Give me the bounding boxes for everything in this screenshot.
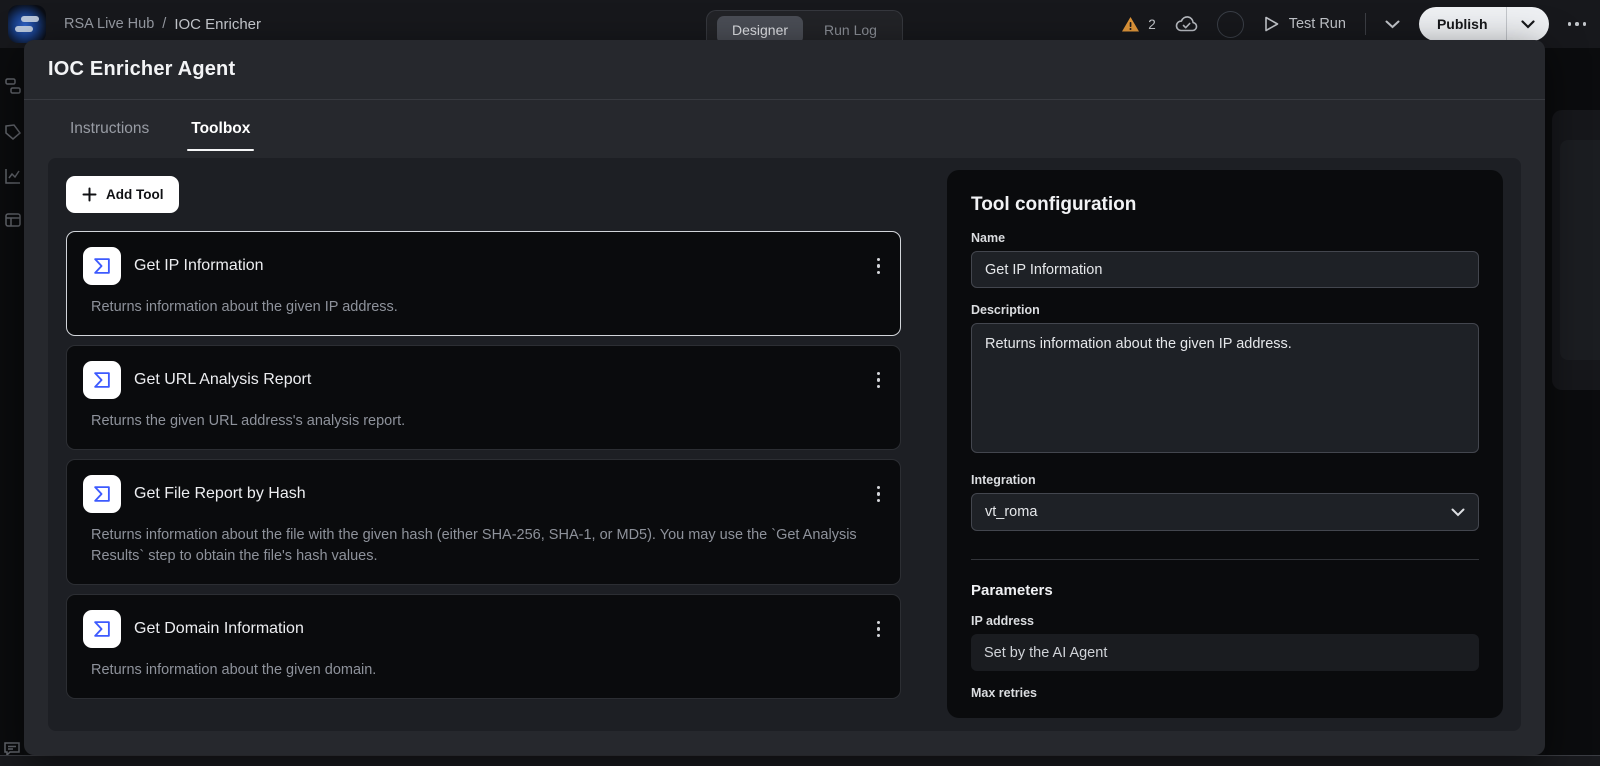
- publish-split-button: Publish: [1419, 7, 1549, 41]
- tools-list: Add Tool Get IP Information Returns info…: [66, 176, 901, 699]
- config-divider: [971, 559, 1479, 560]
- modal-tabs: Instructions Toolbox: [24, 100, 1545, 158]
- breadcrumb-root[interactable]: RSA Live Hub: [64, 16, 154, 32]
- virustotal-icon: [83, 610, 121, 648]
- user-avatar[interactable]: [1217, 11, 1244, 38]
- integration-select[interactable]: vt_roma: [971, 493, 1479, 531]
- tool-card-get-file-report-by-hash[interactable]: Get File Report by Hash Returns informat…: [66, 459, 901, 585]
- tool-name: Get URL Analysis Report: [134, 371, 311, 389]
- background-right: [1545, 48, 1600, 766]
- description-label: Description: [971, 303, 1479, 317]
- warning-count: 2: [1148, 17, 1156, 32]
- more-options-button[interactable]: [1568, 22, 1587, 26]
- parameters-title: Parameters: [971, 582, 1479, 599]
- background-panel-inner: [1560, 140, 1600, 360]
- max-retries-label: Max retries: [971, 686, 1479, 700]
- tool-configuration-panel: Tool configuration Name Description Retu…: [947, 170, 1503, 718]
- tool-menu-button[interactable]: [873, 482, 884, 507]
- tool-name: Get Domain Information: [134, 620, 304, 638]
- tool-card-get-url-analysis-report[interactable]: Get URL Analysis Report Returns the give…: [66, 345, 901, 450]
- tool-card-get-ip-information[interactable]: Get IP Information Returns information a…: [66, 231, 901, 336]
- left-sidebar: [0, 48, 24, 766]
- play-icon: [1263, 15, 1280, 33]
- ioc-enricher-agent-modal: IOC Enricher Agent Instructions Toolbox …: [24, 40, 1545, 755]
- breadcrumb-current: IOC Enricher: [174, 16, 261, 33]
- publish-button[interactable]: Publish: [1419, 16, 1506, 32]
- add-tool-button[interactable]: Add Tool: [66, 176, 179, 213]
- test-run-label: Test Run: [1289, 16, 1346, 32]
- topbar-divider: [1365, 13, 1366, 35]
- name-label: Name: [971, 231, 1479, 245]
- tool-card-get-domain-information[interactable]: Get Domain Information Returns informati…: [66, 594, 901, 699]
- workflows-icon[interactable]: [3, 76, 23, 96]
- modal-title: IOC Enricher Agent: [48, 58, 235, 81]
- app-logo-icon[interactable]: [8, 5, 46, 43]
- tool-menu-button[interactable]: [873, 254, 884, 279]
- tool-description: Returns information about the given doma…: [91, 660, 866, 681]
- ip-address-label: IP address: [971, 614, 1479, 628]
- virustotal-icon: [83, 475, 121, 513]
- chevron-down-icon[interactable]: [1385, 20, 1400, 29]
- config-title: Tool configuration: [971, 194, 1479, 216]
- background-bottom-bar: [0, 755, 1600, 766]
- tool-description: Returns information about the file with …: [91, 525, 866, 567]
- modal-header: IOC Enricher Agent: [24, 40, 1545, 100]
- toolbox-content: Add Tool Get IP Information Returns info…: [48, 158, 1521, 731]
- tool-description: Returns information about the given IP a…: [91, 297, 866, 318]
- name-input[interactable]: [971, 251, 1479, 288]
- templates-icon[interactable]: [3, 210, 23, 230]
- ip-address-input[interactable]: [971, 634, 1479, 671]
- tool-description: Returns the given URL address's analysis…: [91, 411, 866, 432]
- tab-toolbox[interactable]: Toolbox: [189, 116, 252, 142]
- add-tool-label: Add Tool: [106, 187, 163, 202]
- test-run-button[interactable]: Test Run: [1263, 15, 1346, 33]
- warnings-indicator[interactable]: 2: [1121, 16, 1156, 33]
- tab-instructions[interactable]: Instructions: [68, 116, 151, 142]
- integration-value: vt_roma: [985, 504, 1037, 520]
- integration-label: Integration: [971, 473, 1479, 487]
- tool-menu-button[interactable]: [873, 368, 884, 393]
- analytics-icon[interactable]: [3, 166, 23, 186]
- warning-icon: [1121, 16, 1140, 33]
- tool-menu-button[interactable]: [873, 617, 884, 642]
- chevron-down-icon: [1521, 20, 1535, 29]
- virustotal-icon: [83, 361, 121, 399]
- description-input[interactable]: Returns information about the given IP a…: [971, 323, 1479, 453]
- chevron-down-icon: [1451, 508, 1465, 517]
- plus-icon: [82, 187, 97, 202]
- tags-icon[interactable]: [3, 122, 23, 142]
- tool-name: Get IP Information: [134, 257, 264, 275]
- virustotal-icon: [83, 247, 121, 285]
- publish-menu-button[interactable]: [1507, 20, 1549, 29]
- breadcrumb-separator: /: [162, 16, 166, 32]
- tool-name: Get File Report by Hash: [134, 485, 306, 503]
- cloud-sync-icon[interactable]: [1175, 15, 1198, 33]
